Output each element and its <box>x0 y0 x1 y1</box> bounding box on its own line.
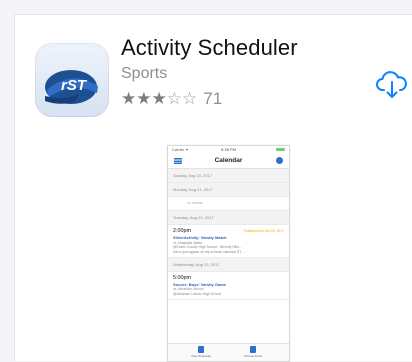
day-label: Tuesday, Aug 22, 2017 <box>173 215 214 220</box>
star-filled-icon: ★ <box>121 89 137 108</box>
day-header: Wednesday, Aug 23, 2017 <box>168 257 289 272</box>
add-icon <box>276 157 283 164</box>
nav-title: Calendar <box>214 157 243 164</box>
status-bar: Carrier ✦ 5:38 PM <box>168 146 289 154</box>
day-label: Wednesday, Aug 23, 2017 <box>173 261 220 267</box>
event-detail: @Evann County High School - Beverly Hill… <box>173 245 242 249</box>
tab-bar: View Schedule Choose Team <box>168 343 289 361</box>
day-label: Sunday, Aug 20, 2017 <box>173 173 213 178</box>
day-header: Monday, Aug 21, 2017 <box>168 183 289 197</box>
download-cloud-button[interactable] <box>375 70 409 100</box>
star-filled-icon: ★ <box>151 89 167 108</box>
tab-view-schedule: View Schedule <box>186 346 216 358</box>
cap-logo-icon: rST <box>45 70 98 104</box>
app-screenshot[interactable]: Carrier ✦ 5:38 PM Calendar Sunday, Aug 2… <box>167 145 290 362</box>
app-category: Sports <box>121 65 168 82</box>
event-title: SilverActivity: Varsity Match <box>173 235 227 240</box>
event-status-tag: Postponed to Oct 29, 2017 <box>243 229 284 233</box>
event-title: Soccer: Boys' Varsity Game <box>173 281 226 287</box>
event-detail: vs. Abraham Lincoln <box>173 287 204 291</box>
rating-count: 71 <box>203 89 223 108</box>
schedule-icon <box>198 346 204 353</box>
team-icon <box>250 346 256 353</box>
app-icon-text: rST <box>61 77 88 94</box>
day-header: Tuesday, Aug 22, 2017 <box>168 211 289 225</box>
tab-choose-team: Choose Team <box>238 346 268 358</box>
empty-day-row: no events <box>168 197 289 211</box>
day-label: Monday, Aug 21, 2017 <box>173 187 213 192</box>
star-empty-icon: ☆ <box>166 89 182 108</box>
event-row: 5:00pm Soccer: Boys' Varsity Game vs. Ab… <box>168 272 289 300</box>
event-detail: @Abraham Lincoln High School <box>173 291 222 296</box>
battery-icon <box>276 148 285 151</box>
star-filled-icon: ★ <box>136 89 152 108</box>
tab-label: Choose Team <box>243 354 263 358</box>
event-row: 2:00pm Postponed to Oct 29, 2017 SilverA… <box>168 225 289 258</box>
app-title: Activity Scheduler <box>121 35 298 60</box>
event-time: 5:00pm <box>173 274 191 281</box>
cloud-download-icon <box>376 71 407 98</box>
rating: ★ ★ ★ ☆ ☆ 71 <box>121 89 222 109</box>
nav-bar: Calendar <box>168 154 289 169</box>
tab-label: View Schedule <box>191 354 211 358</box>
status-time: 5:38 PM <box>221 147 236 152</box>
star-empty-icon: ☆ <box>182 89 198 108</box>
day-header: Sunday, Aug 20, 2017 <box>168 169 289 183</box>
app-icon[interactable]: rST <box>35 43 109 117</box>
app-listing-panel: rST Activity Scheduler Sports ★ ★ ★ ☆ ☆ … <box>14 14 412 362</box>
event-detail: vs. Magnolia Jaden <box>173 240 203 245</box>
event-detail: this is just appear on my schools calend… <box>173 249 244 254</box>
empty-label: no events <box>187 201 203 205</box>
